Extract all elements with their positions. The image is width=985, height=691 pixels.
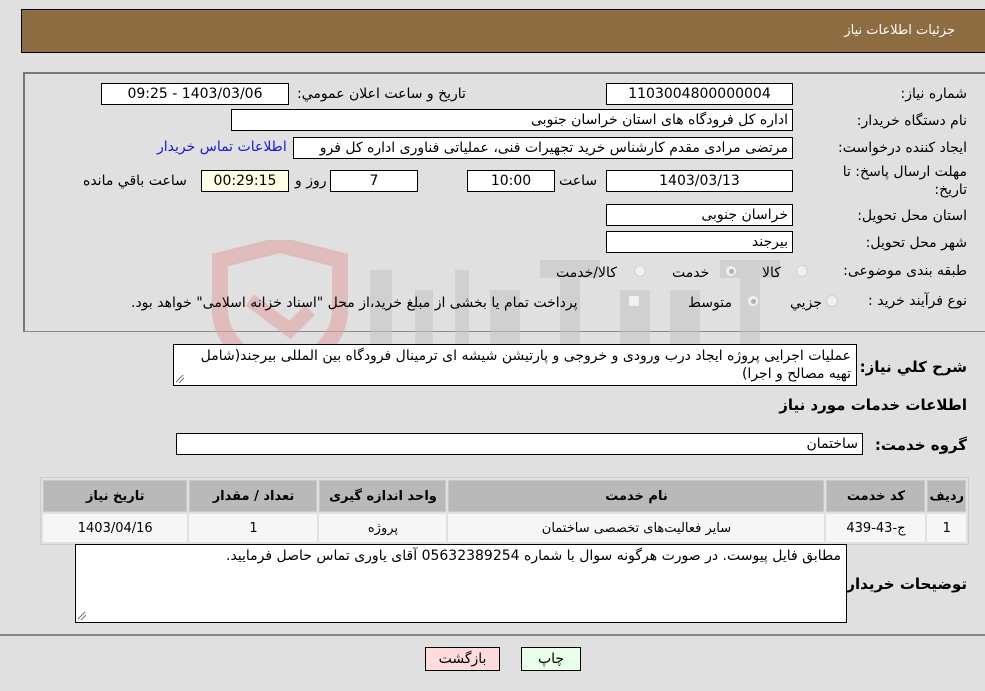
resize-grip-icon[interactable] xyxy=(176,375,184,383)
need-number-label: شماره نیاز: xyxy=(900,86,968,102)
description-label: شرح کلي نیاز: xyxy=(859,358,967,376)
table-row: 1 ج-43-439 سایر فعالیت‌های تخصصی ساختمان… xyxy=(43,514,966,542)
col-header-service-name: نام خدمت xyxy=(448,480,825,512)
footer-divider xyxy=(0,634,985,636)
treasury-bonds-note: پرداخت تمام یا بخشی از مبلغ خرید،از محل … xyxy=(131,295,578,311)
cell-unit: پروژه xyxy=(319,514,447,542)
purchase-type-radio-minor[interactable] xyxy=(826,295,838,307)
back-button[interactable]: بازگشت xyxy=(425,647,500,671)
description-text: عملیات اجرایی پروژه ایجاد درب ورودی و خر… xyxy=(200,348,851,382)
treasury-bonds-checkbox[interactable] xyxy=(628,295,640,307)
category-option-goods: کالا xyxy=(762,265,781,281)
col-header-unit: واحد اندازه گیری xyxy=(319,480,447,512)
category-radio-goods[interactable] xyxy=(796,265,808,277)
time-remaining-label: ساعت باقي مانده xyxy=(83,173,187,189)
days-remaining-field: 7 xyxy=(330,170,418,192)
deadline-time-label: ساعت xyxy=(559,173,598,189)
col-header-row-number: ردیف xyxy=(927,480,966,512)
cell-service-name: سایر فعالیت‌های تخصصی ساختمان xyxy=(448,514,825,542)
deadline-date-field: 1403/03/13 xyxy=(606,170,793,192)
purchase-type-option-medium: متوسط xyxy=(688,295,732,311)
deadline-label-line2: تاریخ: xyxy=(934,182,967,198)
days-label: روز و xyxy=(295,173,327,189)
category-label: طبقه بندی موضوعی: xyxy=(843,263,967,279)
delivery-province-label: استان محل تحویل: xyxy=(857,208,967,224)
category-option-service: خدمت xyxy=(672,265,710,281)
deadline-time-field: 10:00 xyxy=(467,170,555,192)
col-header-quantity: تعداد / مقدار xyxy=(189,480,318,512)
delivery-city-label: شهر محل تحویل: xyxy=(865,235,967,251)
service-group-field: ساختمان xyxy=(176,433,863,455)
announce-datetime-field: 1403/03/06 - 09:25 xyxy=(101,83,289,105)
requester-field: مرتضی مرادی مقدم کارشناس خرید تجهیرات فن… xyxy=(293,137,793,159)
services-section-title: اطلاعات خدمات مورد نیاز xyxy=(779,396,967,414)
category-radio-service[interactable] xyxy=(725,265,737,277)
buyer-contact-link[interactable]: اطلاعات تماس خریدار xyxy=(157,139,287,155)
need-number-field: 1103004800000004 xyxy=(606,83,793,105)
announce-datetime-label: تاریخ و ساعت اعلان عمومي: xyxy=(297,86,466,102)
buyer-org-field: اداره کل فرودگاه های استان خراسان جنوبی xyxy=(231,109,793,131)
buyer-notes-text: مطابق فایل پیوست. در صورت هرگونه سوال با… xyxy=(226,548,841,564)
deadline-label-line1: مهلت ارسال پاسخ: تا xyxy=(842,164,967,180)
cell-quantity: 1 xyxy=(189,514,318,542)
delivery-province-field: خراسان جنوبی xyxy=(606,204,793,226)
buyer-notes-label: توضیحات خریدار: xyxy=(840,575,967,593)
category-option-goods-service: کالا/خدمت xyxy=(556,265,617,281)
table-header-row: ردیف کد خدمت نام خدمت واحد اندازه گیری ت… xyxy=(43,480,966,512)
page-title: جزئیات اطلاعات نیاز xyxy=(844,23,955,38)
col-header-need-date: تاریخ نیاز xyxy=(43,480,188,512)
print-button[interactable]: چاپ xyxy=(521,647,581,671)
purchase-type-option-minor: جزيي xyxy=(790,295,822,311)
time-remaining-field: 00:29:15 xyxy=(201,170,289,192)
resize-grip-icon[interactable] xyxy=(78,612,86,620)
cell-need-date: 1403/04/16 xyxy=(43,514,188,542)
requester-label: ایجاد کننده درخواست: xyxy=(838,140,967,156)
purchase-type-label: نوع فرآیند خرید : xyxy=(868,293,967,309)
delivery-city-field: بیرجند xyxy=(606,231,793,253)
category-radio-goods-service[interactable] xyxy=(634,265,646,277)
service-group-label: گروه خدمت: xyxy=(874,436,967,454)
col-header-service-code: کد خدمت xyxy=(826,480,926,512)
cell-service-code: ج-43-439 xyxy=(826,514,926,542)
description-textarea[interactable]: عملیات اجرایی پروژه ایجاد درب ورودی و خر… xyxy=(173,344,857,386)
page-header: جزئیات اطلاعات نیاز xyxy=(21,9,985,53)
services-table: ردیف کد خدمت نام خدمت واحد اندازه گیری ت… xyxy=(40,477,969,545)
buyer-org-label: نام دستگاه خریدار: xyxy=(856,113,967,129)
buyer-notes-textarea[interactable]: مطابق فایل پیوست. در صورت هرگونه سوال با… xyxy=(75,544,847,623)
cell-row-number: 1 xyxy=(927,514,966,542)
purchase-type-radio-medium[interactable] xyxy=(747,295,759,307)
